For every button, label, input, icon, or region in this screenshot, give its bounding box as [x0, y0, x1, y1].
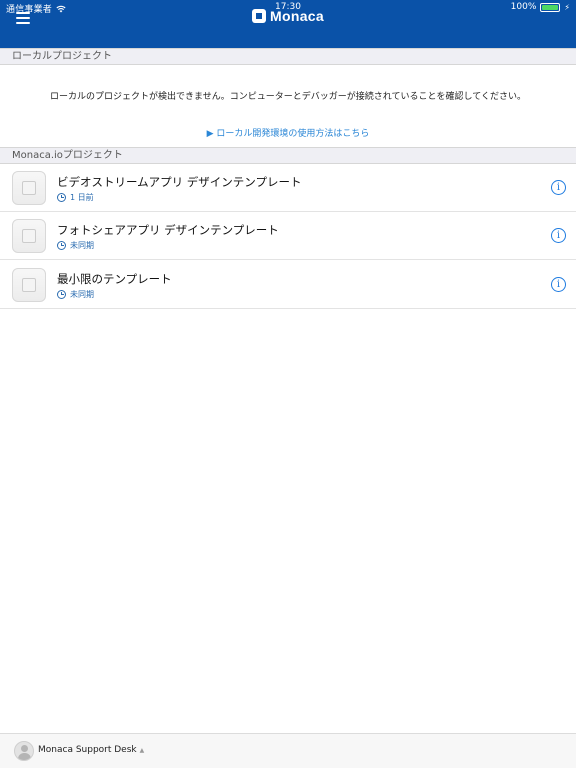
project-sync-label: 未同期	[70, 290, 94, 299]
project-sync-label: 1 日前	[70, 193, 94, 202]
project-row[interactable]: フォトシェアアプリ デザインテンプレート 未同期 i	[0, 212, 576, 260]
project-thumbnail	[12, 219, 46, 253]
support-desk-button[interactable]: Monaca Support Desk ▲	[38, 745, 144, 755]
project-sync-status: 1 日前	[57, 192, 94, 203]
avatar	[14, 741, 34, 761]
clock-icon	[57, 193, 66, 202]
info-icon[interactable]: i	[551, 277, 566, 292]
info-icon[interactable]: i	[551, 180, 566, 195]
clock-icon	[57, 290, 66, 299]
info-icon[interactable]: i	[551, 228, 566, 243]
app-logo: Monaca	[0, 8, 576, 24]
project-sync-status: 未同期	[57, 240, 94, 251]
project-sync-label: 未同期	[70, 241, 94, 250]
support-footer[interactable]: Monaca Support Desk ▲	[0, 733, 576, 768]
project-thumbnail	[12, 268, 46, 302]
local-section-title: ローカルプロジェクト	[12, 51, 112, 62]
local-section-header: ローカルプロジェクト	[0, 48, 576, 65]
clock-icon	[57, 241, 66, 250]
project-row[interactable]: ビデオストリームアプリ デザインテンプレート 1 日前 i	[0, 164, 576, 212]
app-header: 通信事業者 17:30 100% ⚡ Monaca	[0, 0, 576, 48]
project-row[interactable]: 最小限のテンプレート 未同期 i	[0, 261, 576, 309]
project-name: ビデオストリームアプリ デザインテンプレート	[57, 175, 302, 189]
project-name: フォトシェアアプリ デザインテンプレート	[57, 223, 279, 237]
local-empty-message: ローカルのプロジェクトが検出できません。コンピューターとデバッガーが接続されてい…	[50, 92, 526, 102]
project-thumbnail	[12, 171, 46, 205]
project-sync-status: 未同期	[57, 289, 94, 300]
monaca-logo-icon	[252, 9, 267, 23]
app-name: Monaca	[270, 8, 324, 24]
caret-up-icon: ▲	[139, 746, 145, 754]
local-dev-help-link[interactable]: ▶ ローカル開発環境の使用方法はこちら	[0, 126, 576, 139]
cloud-section-title: Monaca.ioプロジェクト	[12, 150, 123, 161]
support-desk-label: Monaca Support Desk	[38, 745, 137, 755]
project-name: 最小限のテンプレート	[57, 272, 172, 286]
cloud-section-header: Monaca.ioプロジェクト	[0, 147, 576, 164]
